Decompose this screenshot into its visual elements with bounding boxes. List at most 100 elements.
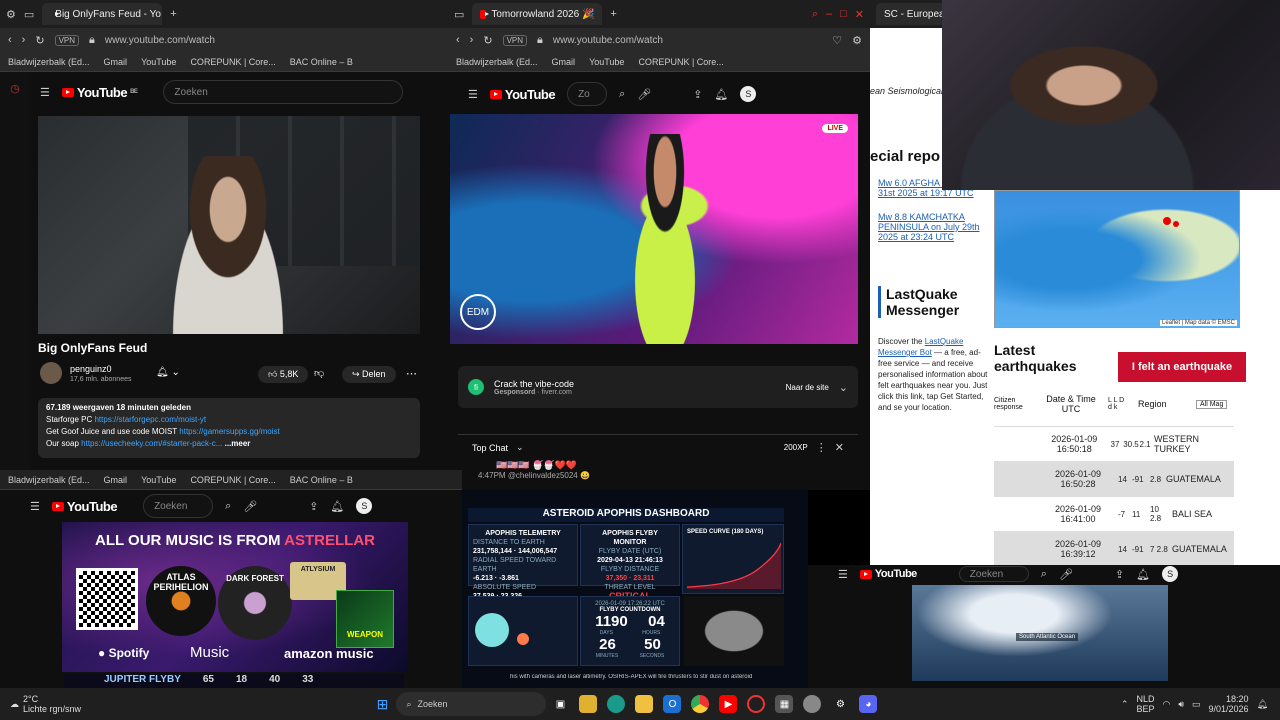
- reload-icon[interactable]: ↻: [483, 34, 492, 47]
- history-icon[interactable]: ◷: [10, 82, 20, 95]
- quake-marker[interactable]: [1163, 217, 1171, 225]
- bookmark-item[interactable]: COREPUNK | Core...: [190, 475, 275, 485]
- close-icon[interactable]: ✕: [835, 441, 844, 454]
- like-button[interactable]: 👍︎ 5,8K: [258, 366, 309, 383]
- menu-icon[interactable]: ☰: [30, 500, 40, 513]
- ad-cta-button[interactable]: Naar de site: [786, 383, 829, 392]
- video-player[interactable]: South Atlantic Ocean: [912, 585, 1168, 681]
- table-row[interactable]: 2026-01-09 16:50:28 14 -91 2.8 GUATEMALA: [994, 461, 1234, 496]
- new-tab-icon[interactable]: +: [610, 8, 616, 20]
- bookmark-item[interactable]: YouTube: [589, 57, 624, 67]
- felt-earthquake-button[interactable]: I felt an earthquake: [1118, 352, 1246, 382]
- bookmark-item[interactable]: Gmail: [104, 57, 128, 67]
- bookmark-item[interactable]: YouTube: [141, 475, 176, 485]
- outlook-icon[interactable]: O: [663, 695, 682, 713]
- youtube-logo[interactable]: YouTube: [489, 87, 556, 102]
- description-box[interactable]: 67.189 weergaven 18 minuten geleden Star…: [38, 398, 420, 458]
- volume-icon[interactable]: 🔊︎: [1178, 699, 1184, 710]
- folder-icon[interactable]: [635, 695, 654, 713]
- vpn-badge[interactable]: VPN: [502, 34, 528, 46]
- video-player[interactable]: LIVE EDM: [450, 114, 858, 344]
- bookmark-item[interactable]: Gmail: [104, 475, 128, 485]
- back-icon[interactable]: ‹: [8, 34, 12, 46]
- mic-icon[interactable]: 🎤︎: [243, 500, 257, 513]
- bookmark-item[interactable]: Bladwijzerbalk (Ed...: [8, 475, 90, 485]
- chrome-dev-icon[interactable]: [803, 695, 822, 713]
- avatar[interactable]: S: [1162, 566, 1179, 582]
- share-button[interactable]: ↪ Delen: [342, 366, 396, 383]
- report-link-2[interactable]: Mw 8.8 KAMCHATKA PENINSULA on July 29th …: [878, 212, 990, 242]
- menu-icon[interactable]: ☰: [40, 86, 50, 99]
- more-button[interactable]: ⋯: [406, 367, 417, 380]
- desc-link[interactable]: https://gamersupps.gg/moist: [179, 427, 280, 436]
- workspace-icon[interactable]: ⚙: [6, 8, 16, 21]
- chevron-down-icon[interactable]: ⌄: [839, 381, 848, 394]
- bookmark-item[interactable]: Bladwijzerbalk (Ed...: [8, 57, 90, 67]
- extensions-icon[interactable]: ⚙: [852, 34, 862, 47]
- upload-icon[interactable]: ⇪: [309, 500, 318, 513]
- desc-link[interactable]: https://usecheeky.com/#starter-pack-c...: [81, 439, 222, 448]
- search-tabs-icon[interactable]: ⌕: [812, 8, 818, 21]
- video-player[interactable]: ALL OUR MUSIC IS FROM ASTRELLAR ATLAS PE…: [62, 522, 408, 672]
- youtube-logo[interactable]: YouTube: [51, 499, 118, 514]
- edge-icon[interactable]: [607, 695, 626, 713]
- bookmark-item[interactable]: Bladwijzerbalk (Ed...: [456, 57, 538, 67]
- settings-icon[interactable]: ⚙: [831, 695, 849, 713]
- weather-widget[interactable]: ☁ 2°C Lichte rgn/snw: [0, 694, 130, 714]
- search-input[interactable]: Zoeken: [958, 566, 1029, 582]
- new-tab-icon[interactable]: +: [170, 8, 176, 20]
- search-icon[interactable]: ⌕: [619, 88, 625, 101]
- youtube-app-icon[interactable]: ▶: [719, 695, 738, 713]
- avatar[interactable]: [40, 362, 62, 384]
- close-icon[interactable]: ✕: [855, 8, 864, 21]
- notification-bell-icon[interactable]: 🔔︎: [1257, 699, 1268, 710]
- bookmark-item[interactable]: COREPUNK | Core...: [638, 57, 723, 67]
- search-icon[interactable]: ⌕: [1041, 568, 1047, 581]
- channel-name[interactable]: penguinz0: [70, 364, 112, 374]
- bookmark-icon[interactable]: ♡: [832, 34, 842, 47]
- taskbar-search[interactable]: ⌕ Zoeken: [396, 692, 547, 716]
- tab-active[interactable]: Tomorrowland 2026 🎉: [472, 3, 603, 25]
- mag-filter[interactable]: All Mag: [1196, 399, 1228, 409]
- dislike-button[interactable]: 👎︎: [314, 367, 324, 379]
- back-icon[interactable]: ‹: [456, 34, 460, 46]
- minimize-icon[interactable]: –: [826, 8, 832, 20]
- upload-icon[interactable]: ⇪: [693, 88, 702, 101]
- taskview-icon[interactable]: ▣: [551, 695, 569, 713]
- clock[interactable]: 18:20 9/01/2026: [1209, 694, 1249, 714]
- explorer-icon[interactable]: [579, 695, 598, 713]
- maximize-icon[interactable]: □: [840, 8, 847, 20]
- upload-icon[interactable]: ⇪: [1115, 568, 1124, 581]
- video-player[interactable]: [38, 116, 420, 334]
- avatar[interactable]: S: [356, 498, 373, 514]
- mic-icon[interactable]: 🎤︎: [637, 88, 651, 101]
- search-input[interactable]: Zoeken: [163, 80, 404, 104]
- sponsored-ad[interactable]: fi Crack the vibe-code Gesponsord · five…: [458, 366, 858, 408]
- wifi-icon[interactable]: ◠: [1162, 699, 1170, 710]
- earthquake-map[interactable]: Leaflet | Map data © EMSC: [994, 190, 1240, 328]
- forward-icon[interactable]: ›: [22, 34, 26, 46]
- start-icon[interactable]: ⊞: [373, 695, 391, 713]
- calculator-icon[interactable]: ▦: [775, 695, 794, 713]
- mic-icon[interactable]: 🎤︎: [1059, 568, 1073, 581]
- opera-icon[interactable]: [747, 695, 766, 713]
- bookmark-item[interactable]: YouTube: [141, 57, 176, 67]
- notification-icon[interactable]: 🔔︎: [1136, 568, 1150, 581]
- chevron-up-icon[interactable]: ⌃: [1121, 699, 1129, 710]
- desc-link[interactable]: https://starforgepc.com/moist-yt: [94, 415, 206, 424]
- url-field[interactable]: www.youtube.com/watch: [553, 35, 663, 46]
- discord-icon[interactable]: ◕: [859, 695, 878, 713]
- menu-icon[interactable]: ☰: [838, 568, 848, 581]
- table-row[interactable]: 2026-01-09 16:50:18 37 30.5 2.1 WESTERN TURKE…: [994, 426, 1234, 461]
- quake-marker[interactable]: [1173, 221, 1179, 227]
- bell-button[interactable]: 🔔︎ ⌄: [156, 367, 180, 378]
- chat-title[interactable]: Top Chat: [472, 443, 508, 453]
- menu-icon[interactable]: ☰: [468, 88, 478, 101]
- forward-icon[interactable]: ›: [470, 34, 474, 46]
- tab-list-icon[interactable]: ▭: [24, 8, 34, 21]
- language-indicator[interactable]: NLD BEP: [1136, 694, 1154, 714]
- search-input[interactable]: Zoeken: [143, 494, 214, 518]
- more-link[interactable]: ...meer: [225, 439, 251, 448]
- notification-icon[interactable]: 🔔︎: [330, 500, 344, 513]
- chrome-icon[interactable]: [691, 695, 710, 713]
